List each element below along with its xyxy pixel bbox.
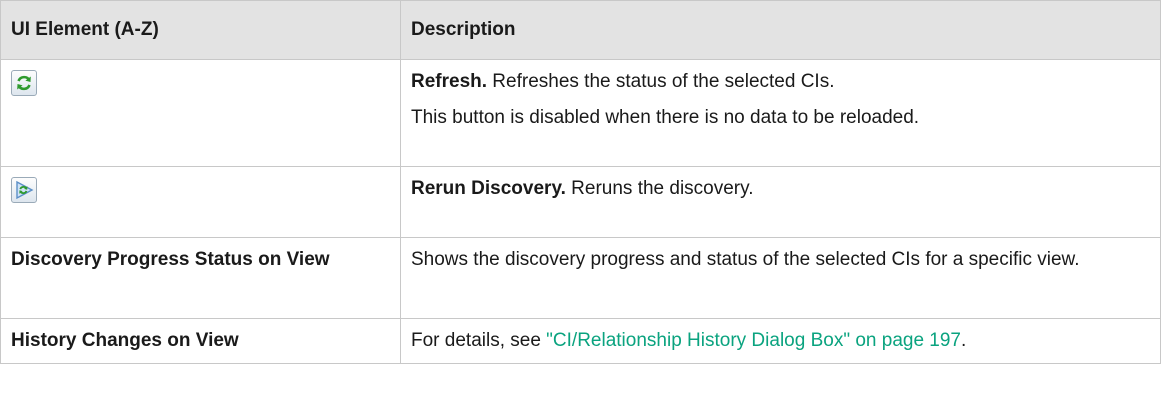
refresh-description: Refreshes the status of the selected CIs… bbox=[487, 71, 835, 92]
description-discovery-progress-status: Shows the discovery progress and status … bbox=[400, 237, 1161, 319]
rerun-discovery-label: Rerun Discovery. bbox=[411, 178, 566, 199]
description-cell: For details, see "CI/Relationship Histor… bbox=[400, 318, 1161, 364]
element-cell bbox=[0, 59, 401, 167]
header-description: Description bbox=[400, 0, 1161, 60]
history-description-prefix: For details, see bbox=[411, 330, 547, 351]
element-history-changes: History Changes on View bbox=[0, 318, 401, 364]
table-row: Discovery Progress Status on View Shows … bbox=[0, 237, 1161, 319]
history-description-suffix: . bbox=[961, 330, 967, 351]
element-cell bbox=[0, 166, 401, 238]
history-dialog-link[interactable]: "CI/Relationship History Dialog Box" on … bbox=[546, 330, 961, 351]
table-row: History Changes on View For details, see… bbox=[0, 318, 1161, 364]
rerun-discovery-description: Reruns the discovery. bbox=[565, 178, 754, 199]
description-cell: Rerun Discovery. Reruns the discovery. bbox=[400, 166, 1161, 238]
ui-elements-table: UI Element (A-Z) Description Refresh. Re… bbox=[0, 0, 1161, 364]
table-row: Rerun Discovery. Reruns the discovery. bbox=[0, 166, 1161, 238]
rerun-discovery-icon bbox=[11, 177, 37, 203]
description-cell: Refresh. Refreshes the status of the sel… bbox=[400, 59, 1161, 167]
refresh-label: Refresh. bbox=[411, 71, 488, 92]
refresh-icon bbox=[11, 70, 37, 96]
table-row: Refresh. Refreshes the status of the sel… bbox=[0, 59, 1161, 167]
header-ui-element: UI Element (A-Z) bbox=[0, 0, 401, 60]
element-discovery-progress-status: Discovery Progress Status on View bbox=[0, 237, 401, 319]
refresh-note: This button is disabled when there is no… bbox=[411, 107, 920, 128]
table-header-row: UI Element (A-Z) Description bbox=[0, 0, 1161, 60]
